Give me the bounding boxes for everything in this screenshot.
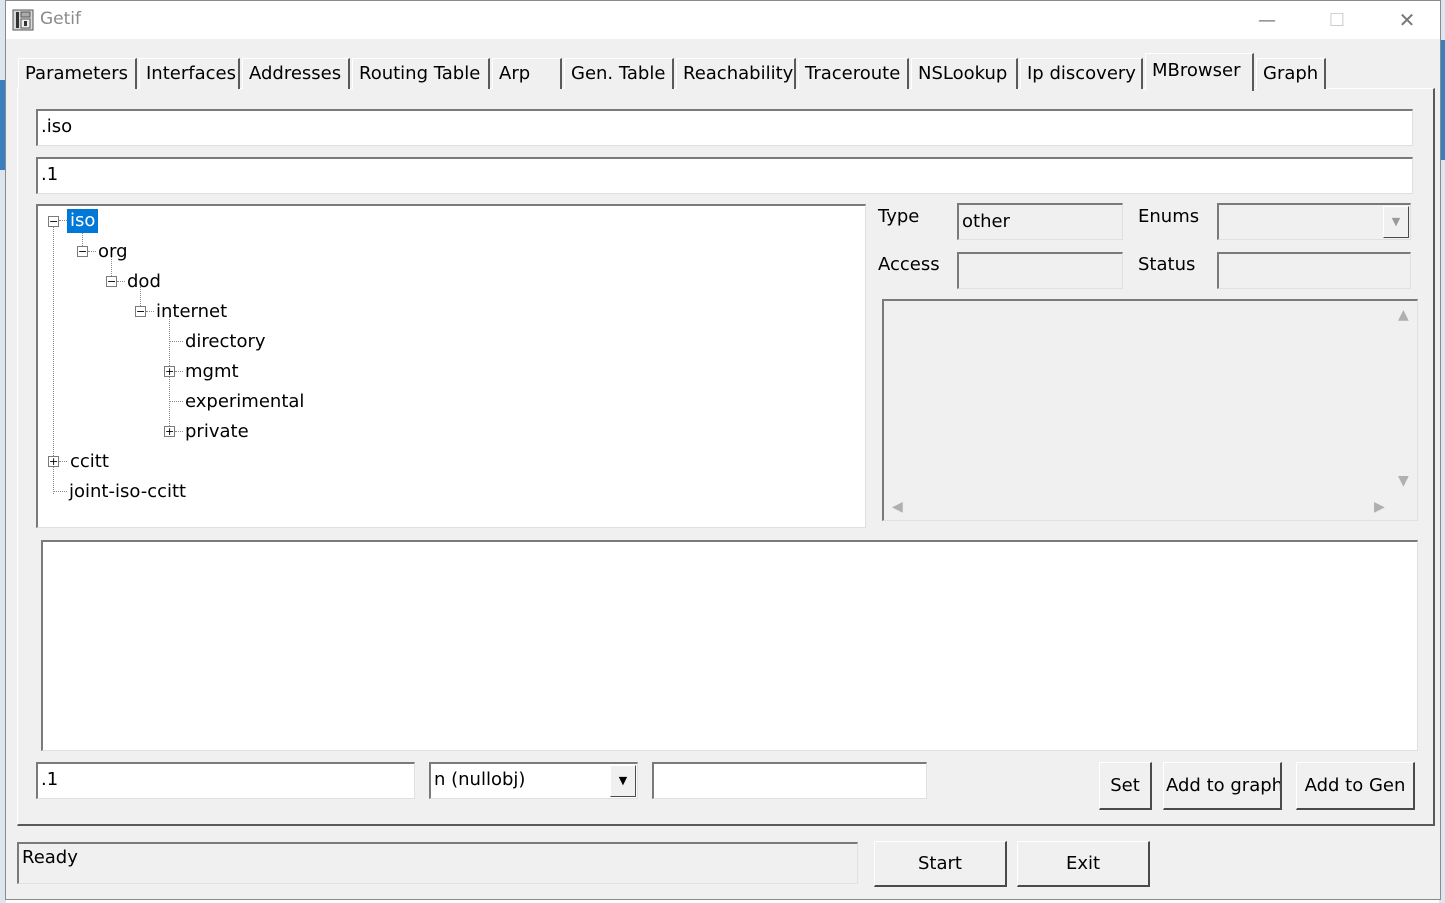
app-window: Getif — ☐ ✕ Parameters Interfaces Addres…	[5, 0, 1441, 900]
tab-parameters[interactable]: Parameters	[18, 58, 137, 89]
oid-number-field[interactable]: .1	[36, 157, 1413, 194]
title-bar[interactable]: Getif — ☐ ✕	[6, 1, 1440, 39]
app-icon	[12, 9, 34, 31]
tab-ip-discovery[interactable]: Ip discovery	[1020, 58, 1143, 89]
tree-node-dod[interactable]: dod	[127, 270, 161, 294]
tree-node-ccitt[interactable]: ccitt	[70, 450, 109, 474]
expand-icon[interactable]: +	[164, 366, 175, 377]
tree-node-joint-iso-ccitt[interactable]: joint-iso-ccitt	[69, 480, 186, 504]
status-field	[1217, 252, 1411, 289]
minimize-icon: —	[1258, 9, 1276, 31]
tab-nslookup[interactable]: NSLookup	[911, 58, 1018, 89]
access-label: Access	[878, 254, 940, 275]
set-button[interactable]: Set	[1099, 762, 1152, 810]
add-to-graph-button[interactable]: Add to graph	[1163, 762, 1282, 810]
scroll-down-icon[interactable]: ▼	[1398, 473, 1409, 489]
add-to-gen-button[interactable]: Add to Gen	[1296, 762, 1415, 810]
enums-label: Enums	[1138, 206, 1200, 227]
mib-tree[interactable]: − iso − org − dod − internet directory +…	[36, 204, 866, 528]
tab-graph[interactable]: Graph	[1256, 58, 1326, 89]
tree-node-mgmt[interactable]: mgmt	[185, 360, 239, 384]
close-button[interactable]: ✕	[1372, 1, 1442, 39]
tree-node-experimental[interactable]: experimental	[185, 390, 304, 414]
access-field	[957, 252, 1123, 289]
scroll-left-icon[interactable]: ◀	[892, 499, 903, 515]
window-title: Getif	[40, 9, 82, 29]
tab-strip: Parameters Interfaces Addresses Routing …	[18, 53, 1328, 91]
tree-node-internet[interactable]: internet	[156, 300, 227, 324]
tab-reachability[interactable]: Reachability	[676, 58, 796, 89]
set-value-field[interactable]	[652, 762, 927, 799]
type-label: Type	[878, 206, 920, 227]
maximize-icon: ☐	[1328, 9, 1346, 31]
oid-name-field[interactable]: .iso	[36, 109, 1413, 146]
close-icon: ✕	[1398, 8, 1416, 32]
tab-arp[interactable]: Arp	[492, 58, 562, 89]
set-oid-field[interactable]: .1	[36, 762, 415, 799]
status-label: Status	[1138, 254, 1196, 275]
scroll-up-icon[interactable]: ▲	[1398, 307, 1409, 323]
tab-interfaces[interactable]: Interfaces	[139, 58, 240, 89]
status-bar: Ready	[17, 842, 858, 884]
collapse-icon[interactable]: −	[48, 216, 59, 227]
set-type-dropdown[interactable]: n (nullobj) ▼	[429, 762, 638, 799]
expand-icon[interactable]: +	[164, 426, 175, 437]
tab-traceroute[interactable]: Traceroute	[798, 58, 909, 89]
tab-addresses[interactable]: Addresses	[242, 58, 350, 89]
tab-gen-table[interactable]: Gen. Table	[564, 58, 674, 89]
tree-node-org[interactable]: org	[98, 240, 128, 264]
maximize-button[interactable]: ☐	[1302, 1, 1372, 39]
tab-routing-table[interactable]: Routing Table	[352, 58, 490, 89]
exit-button[interactable]: Exit	[1017, 841, 1150, 887]
description-box[interactable]: ▲ ▼ ◀ ▶	[882, 299, 1418, 521]
minimize-button[interactable]: —	[1232, 1, 1302, 39]
collapse-icon[interactable]: −	[106, 276, 117, 287]
chevron-down-icon[interactable]: ▼	[610, 765, 636, 797]
type-field: other	[957, 203, 1123, 240]
start-button[interactable]: Start	[874, 841, 1007, 887]
tab-mbrowser[interactable]: MBrowser	[1145, 53, 1254, 91]
scroll-right-icon[interactable]: ▶	[1374, 499, 1385, 515]
results-area[interactable]	[41, 540, 1418, 751]
chevron-down-icon[interactable]: ▼	[1383, 206, 1409, 238]
tree-node-directory[interactable]: directory	[185, 330, 266, 354]
collapse-icon[interactable]: −	[77, 246, 88, 257]
expand-icon[interactable]: +	[48, 456, 59, 467]
tree-node-iso[interactable]: iso	[67, 209, 99, 233]
enums-dropdown[interactable]: ▼	[1217, 203, 1411, 240]
collapse-icon[interactable]: −	[135, 306, 146, 317]
tree-node-private[interactable]: private	[185, 420, 249, 444]
